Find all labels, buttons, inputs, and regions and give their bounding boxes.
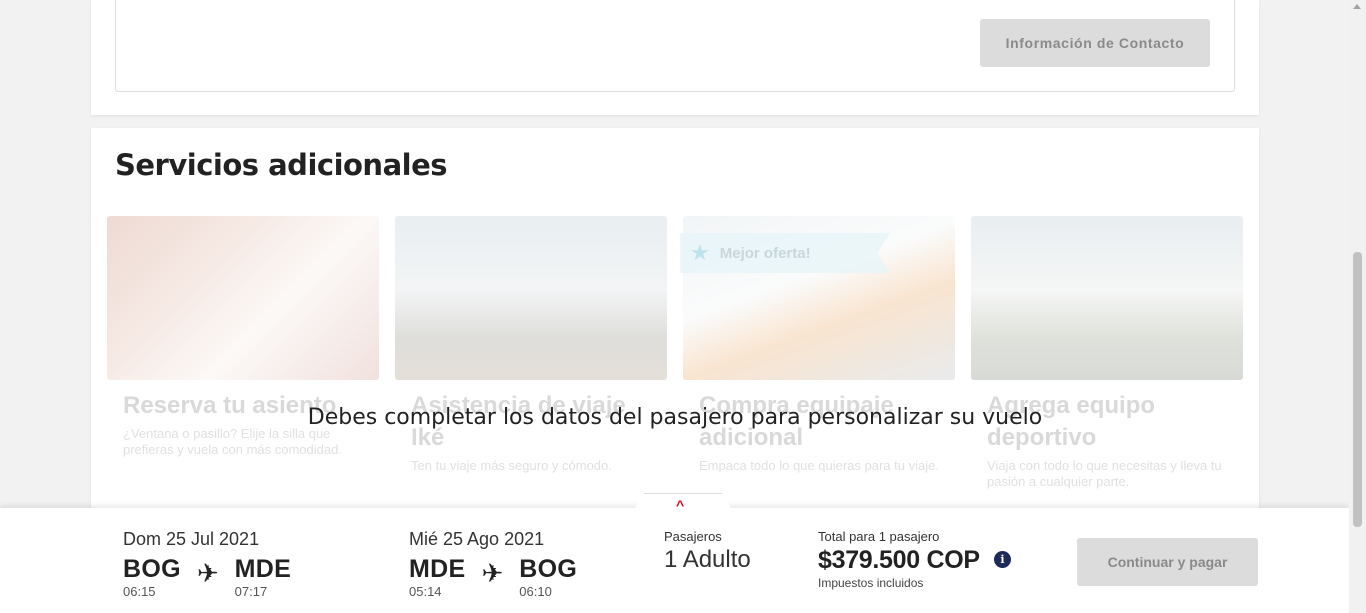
star-icon: ★ bbox=[690, 240, 710, 265]
scrollbar-thumb[interactable] bbox=[1353, 252, 1362, 527]
continue-pay-button[interactable]: Continuar y pagar bbox=[1077, 538, 1258, 586]
origin-code: MDE bbox=[409, 555, 466, 583]
passengers-label: Pasajeros bbox=[664, 529, 722, 544]
contact-form-box: Información de Contacto bbox=[115, 0, 1235, 92]
service-desc: Viaja con todo lo que necesitas y lleva … bbox=[987, 458, 1222, 489]
arrival-time: 07:17 bbox=[234, 584, 268, 599]
service-image bbox=[107, 216, 379, 380]
total-summary: Total para 1 pasajero $379.500 COP Impue… bbox=[818, 529, 980, 590]
service-desc: Empaca todo lo que quieras para tu viaje… bbox=[699, 458, 939, 473]
summary-toggle[interactable]: ^ bbox=[632, 493, 734, 513]
origin-code: BOG bbox=[123, 555, 181, 583]
page-scrollbar[interactable] bbox=[1349, 0, 1366, 613]
flight-date: Mié 25 Ago 2021 bbox=[409, 529, 545, 549]
service-desc: Ten tu viaje más seguro y cómodo. bbox=[411, 458, 612, 473]
additional-services-section: Servicios adicionales Reserva tu asiento… bbox=[91, 128, 1259, 528]
chevron-up-icon[interactable]: ^ bbox=[676, 497, 684, 513]
return-flight: Mié 25 Ago 2021 MDE 05:14 ✈ BOG 06:10 bbox=[409, 529, 577, 599]
departure-time: 05:14 bbox=[409, 584, 442, 599]
plane-icon: ✈ bbox=[481, 558, 504, 588]
passengers-value: 1 Adulto bbox=[664, 546, 751, 573]
contact-info-button[interactable]: Información de Contacto bbox=[980, 19, 1210, 67]
locked-services-message: Debes completar los datos del pasajero p… bbox=[307, 405, 1043, 430]
taxes-note: Impuestos incluidos bbox=[818, 576, 924, 590]
departure-time: 06:15 bbox=[123, 584, 156, 599]
service-card-seat: Reserva tu asiento ¿Ventana o pasillo? E… bbox=[107, 216, 379, 516]
passengers-summary: Pasajeros 1 Adulto bbox=[664, 529, 751, 574]
arrival-time: 06:10 bbox=[519, 584, 552, 599]
total-price: $379.500 COP bbox=[818, 546, 980, 574]
destination-code: MDE bbox=[234, 555, 292, 583]
flight-date: Dom 25 Jul 2021 bbox=[123, 529, 260, 549]
contact-section: Información de Contacto bbox=[91, 0, 1259, 115]
scroll-up-arrow-icon[interactable] bbox=[1353, 4, 1361, 9]
service-image bbox=[395, 216, 667, 380]
service-card-sports: Agrega equipo deportivo Viaja con todo l… bbox=[971, 216, 1243, 516]
total-label: Total para 1 pasajero bbox=[818, 529, 940, 544]
best-offer-badge: ★ Mejor oferta! bbox=[680, 233, 890, 273]
info-icon[interactable]: i bbox=[994, 551, 1011, 568]
service-card-assistance: Asistencia de viaje Iké Ten tu viaje más… bbox=[395, 216, 667, 516]
section-title: Servicios adicionales bbox=[115, 148, 448, 182]
plane-icon: ✈ bbox=[196, 558, 219, 588]
destination-code: BOG bbox=[519, 555, 578, 583]
outbound-flight: Dom 25 Jul 2021 BOG 06:15 ✈ MDE 07:17 bbox=[123, 529, 291, 599]
best-offer-label: Mejor oferta! bbox=[719, 244, 811, 262]
service-image bbox=[971, 216, 1243, 380]
